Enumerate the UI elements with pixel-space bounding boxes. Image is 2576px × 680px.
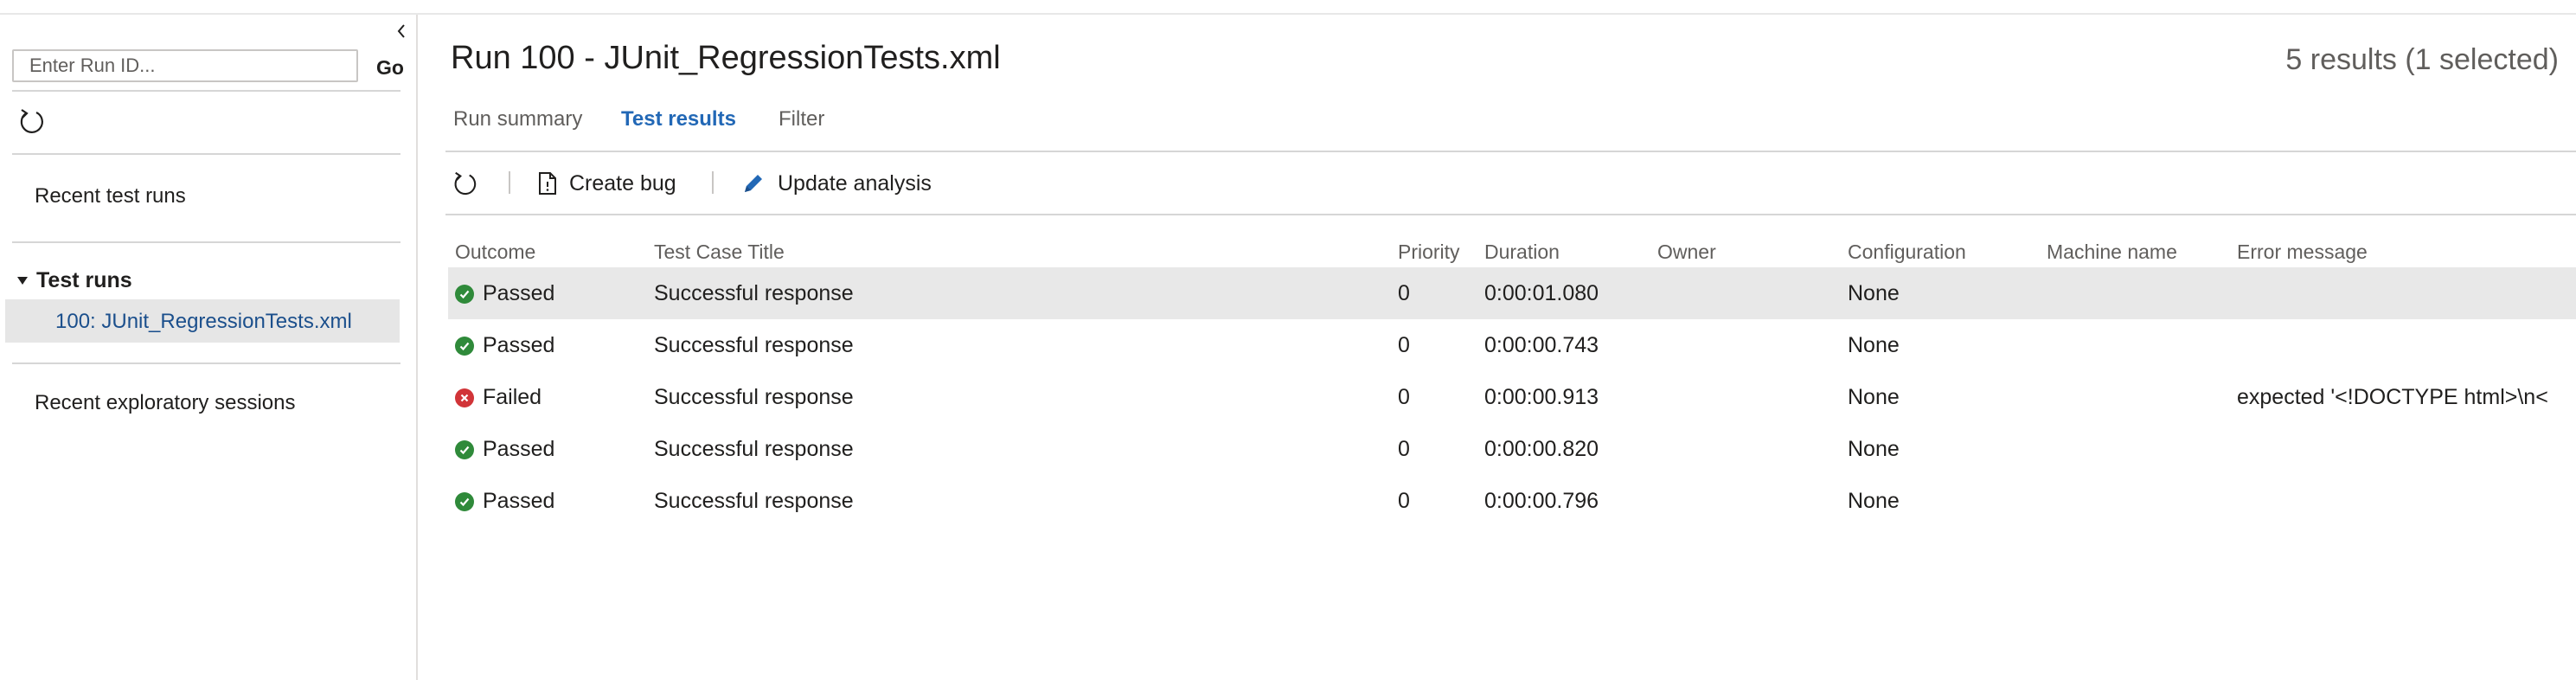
page-title: Run 100 - JUnit_RegressionTests.xml [451, 40, 1001, 76]
priority-cell: 0 [1398, 281, 1410, 305]
duration-cell: 0:00:01.080 [1484, 281, 1599, 305]
refresh-icon [454, 171, 477, 196]
refresh-icon [20, 109, 43, 133]
duration-cell: 0:00:00.820 [1484, 437, 1599, 461]
configuration-cell: None [1848, 385, 1900, 409]
duration-cell: 0:00:00.743 [1484, 333, 1599, 357]
tabs-divider [445, 151, 2576, 152]
outcome-label: Passed [483, 437, 555, 461]
column-header-priority[interactable]: Priority [1398, 241, 1460, 264]
go-button[interactable]: Go [370, 53, 410, 82]
refresh-runs-button[interactable] [17, 106, 47, 136]
check-circle-icon [455, 439, 474, 459]
column-header-title[interactable]: Test Case Title [654, 241, 785, 264]
results-summary: 5 results (1 selected) [2285, 43, 2559, 76]
configuration-cell: None [1848, 489, 1900, 513]
tab-run-summary[interactable]: Run summary [453, 107, 582, 132]
divider [12, 90, 400, 92]
configuration-cell: None [1848, 281, 1900, 305]
chevron-left-icon [397, 24, 405, 38]
toolbar-divider [445, 214, 2576, 215]
collapse-sidebar-button[interactable] [389, 18, 413, 44]
refresh-results-button[interactable] [452, 166, 479, 201]
sidebar-item-label: 100: JUnit_RegressionTests.xml [55, 310, 352, 333]
check-circle-icon [455, 336, 474, 356]
divider [12, 362, 400, 364]
toolbar-separator [712, 171, 714, 194]
test-runs-section-label: Test runs [36, 268, 132, 292]
sidebar-item-run-100[interactable]: 100: JUnit_RegressionTests.xml [5, 299, 400, 343]
divider [12, 241, 400, 243]
column-header-machine-name[interactable]: Machine name [2047, 241, 2177, 264]
tab-test-results[interactable]: Test results [621, 107, 736, 132]
priority-cell: 0 [1398, 333, 1410, 357]
test-title-cell: Successful response [654, 385, 854, 409]
error-circle-icon [455, 388, 474, 407]
table-row[interactable]: Passed Successful response 0 0:00:00.743 Non… [448, 319, 2576, 371]
outcome-label: Passed [483, 489, 555, 513]
configuration-cell: None [1848, 437, 1900, 461]
table-row[interactable]: Failed Successful response 0 0:00:00.913 Non… [448, 371, 2576, 423]
document-icon [539, 172, 556, 195]
create-bug-label: Create bug [569, 170, 676, 196]
priority-cell: 0 [1398, 489, 1410, 513]
top-border [0, 0, 2576, 15]
pencil-icon [745, 175, 762, 192]
recent-test-runs-link[interactable]: Recent test runs [35, 184, 186, 208]
sidebar: Go Recent test runs Test runs 100: JUnit… [0, 15, 418, 680]
update-analysis-label: Update analysis [778, 170, 932, 196]
update-analysis-button[interactable]: Update analysis [741, 166, 932, 201]
duration-cell: 0:00:00.913 [1484, 385, 1599, 409]
column-header-outcome[interactable]: Outcome [455, 241, 535, 264]
column-header-duration[interactable]: Duration [1484, 241, 1560, 264]
test-title-cell: Successful response [654, 281, 854, 305]
test-title-cell: Successful response [654, 437, 854, 461]
outcome-label: Failed [483, 385, 542, 409]
priority-cell: 0 [1398, 437, 1410, 461]
column-header-configuration[interactable]: Configuration [1848, 241, 1966, 264]
column-header-owner[interactable]: Owner [1657, 241, 1716, 264]
main-panel: Run 100 - JUnit_RegressionTests.xml 5 re… [420, 15, 2576, 680]
test-title-cell: Successful response [654, 333, 854, 357]
column-header-error-message[interactable]: Error message [2237, 241, 2368, 264]
error-message-cell: expected '<!DOCTYPE html>\n< [2237, 385, 2548, 409]
outcome-label: Passed [483, 281, 555, 305]
outcome-cell: Passed [455, 489, 554, 514]
recent-exploratory-sessions-link[interactable]: Recent exploratory sessions [35, 391, 295, 415]
outcome-label: Passed [483, 333, 555, 357]
test-title-cell: Successful response [654, 489, 854, 513]
toolbar-separator [509, 171, 510, 194]
priority-cell: 0 [1398, 385, 1410, 409]
table-row[interactable]: Passed Successful response 0 0:00:01.080 Non… [448, 267, 2576, 319]
run-id-input[interactable] [12, 49, 358, 82]
test-runs-section-toggle[interactable]: Test runs [17, 268, 132, 293]
check-circle-icon [455, 284, 474, 304]
table-row[interactable]: Passed Successful response 0 0:00:00.796 Non… [448, 475, 2576, 527]
outcome-cell: Passed [455, 281, 554, 306]
configuration-cell: None [1848, 333, 1900, 357]
outcome-cell: Passed [455, 333, 554, 358]
collapse-triangle-icon [17, 277, 28, 285]
outcome-cell: Passed [455, 437, 554, 462]
table-row[interactable]: Passed Successful response 0 0:00:00.820 Non… [448, 423, 2576, 475]
divider [12, 153, 400, 155]
duration-cell: 0:00:00.796 [1484, 489, 1599, 513]
check-circle-icon [455, 491, 474, 511]
tab-filter[interactable]: Filter [779, 107, 824, 132]
create-bug-button[interactable]: Create bug [538, 166, 676, 201]
outcome-cell: Failed [455, 385, 541, 410]
